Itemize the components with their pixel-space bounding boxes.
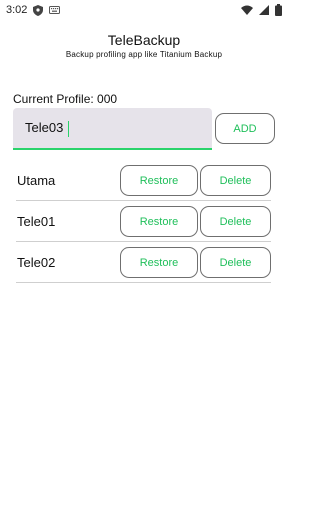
add-button[interactable]: ADD: [215, 113, 275, 144]
battery-icon: [275, 4, 282, 16]
status-right: [241, 4, 282, 16]
restore-button[interactable]: Restore: [120, 247, 198, 278]
profile-list: Utama Restore Delete Tele01 Restore Dele…: [16, 160, 271, 283]
restore-button[interactable]: Restore: [120, 206, 198, 237]
profile-name: Utama: [17, 172, 56, 188]
profile-name: Tele01: [17, 213, 56, 229]
delete-button[interactable]: Delete: [200, 247, 271, 278]
current-profile-label: Current Profile: 000: [13, 92, 118, 106]
app-subtitle: Backup profiling app like Titanium Backu…: [65, 50, 223, 59]
status-left: 3:02: [6, 4, 61, 16]
wifi-icon: [241, 5, 253, 15]
restore-button[interactable]: Restore: [120, 165, 198, 196]
profile-row: Tele01 Restore Delete: [16, 201, 271, 242]
delete-button[interactable]: Delete: [200, 206, 271, 237]
shield-icon: [33, 4, 44, 16]
status-time: 3:02: [6, 4, 28, 16]
app-title: TeleBackup: [107, 32, 181, 48]
delete-button[interactable]: Delete: [200, 165, 271, 196]
profile-name-field[interactable]: [13, 108, 212, 150]
keyboard-icon: [49, 6, 61, 14]
profile-row: Utama Restore Delete: [16, 160, 271, 201]
profile-row: Tele02 Restore Delete: [16, 242, 271, 283]
profile-name: Tele02: [17, 254, 56, 270]
status-bar: 3:02: [0, 0, 288, 20]
signal-icon: [259, 5, 269, 15]
profile-name-input[interactable]: [25, 120, 195, 135]
text-caret: [68, 121, 69, 137]
